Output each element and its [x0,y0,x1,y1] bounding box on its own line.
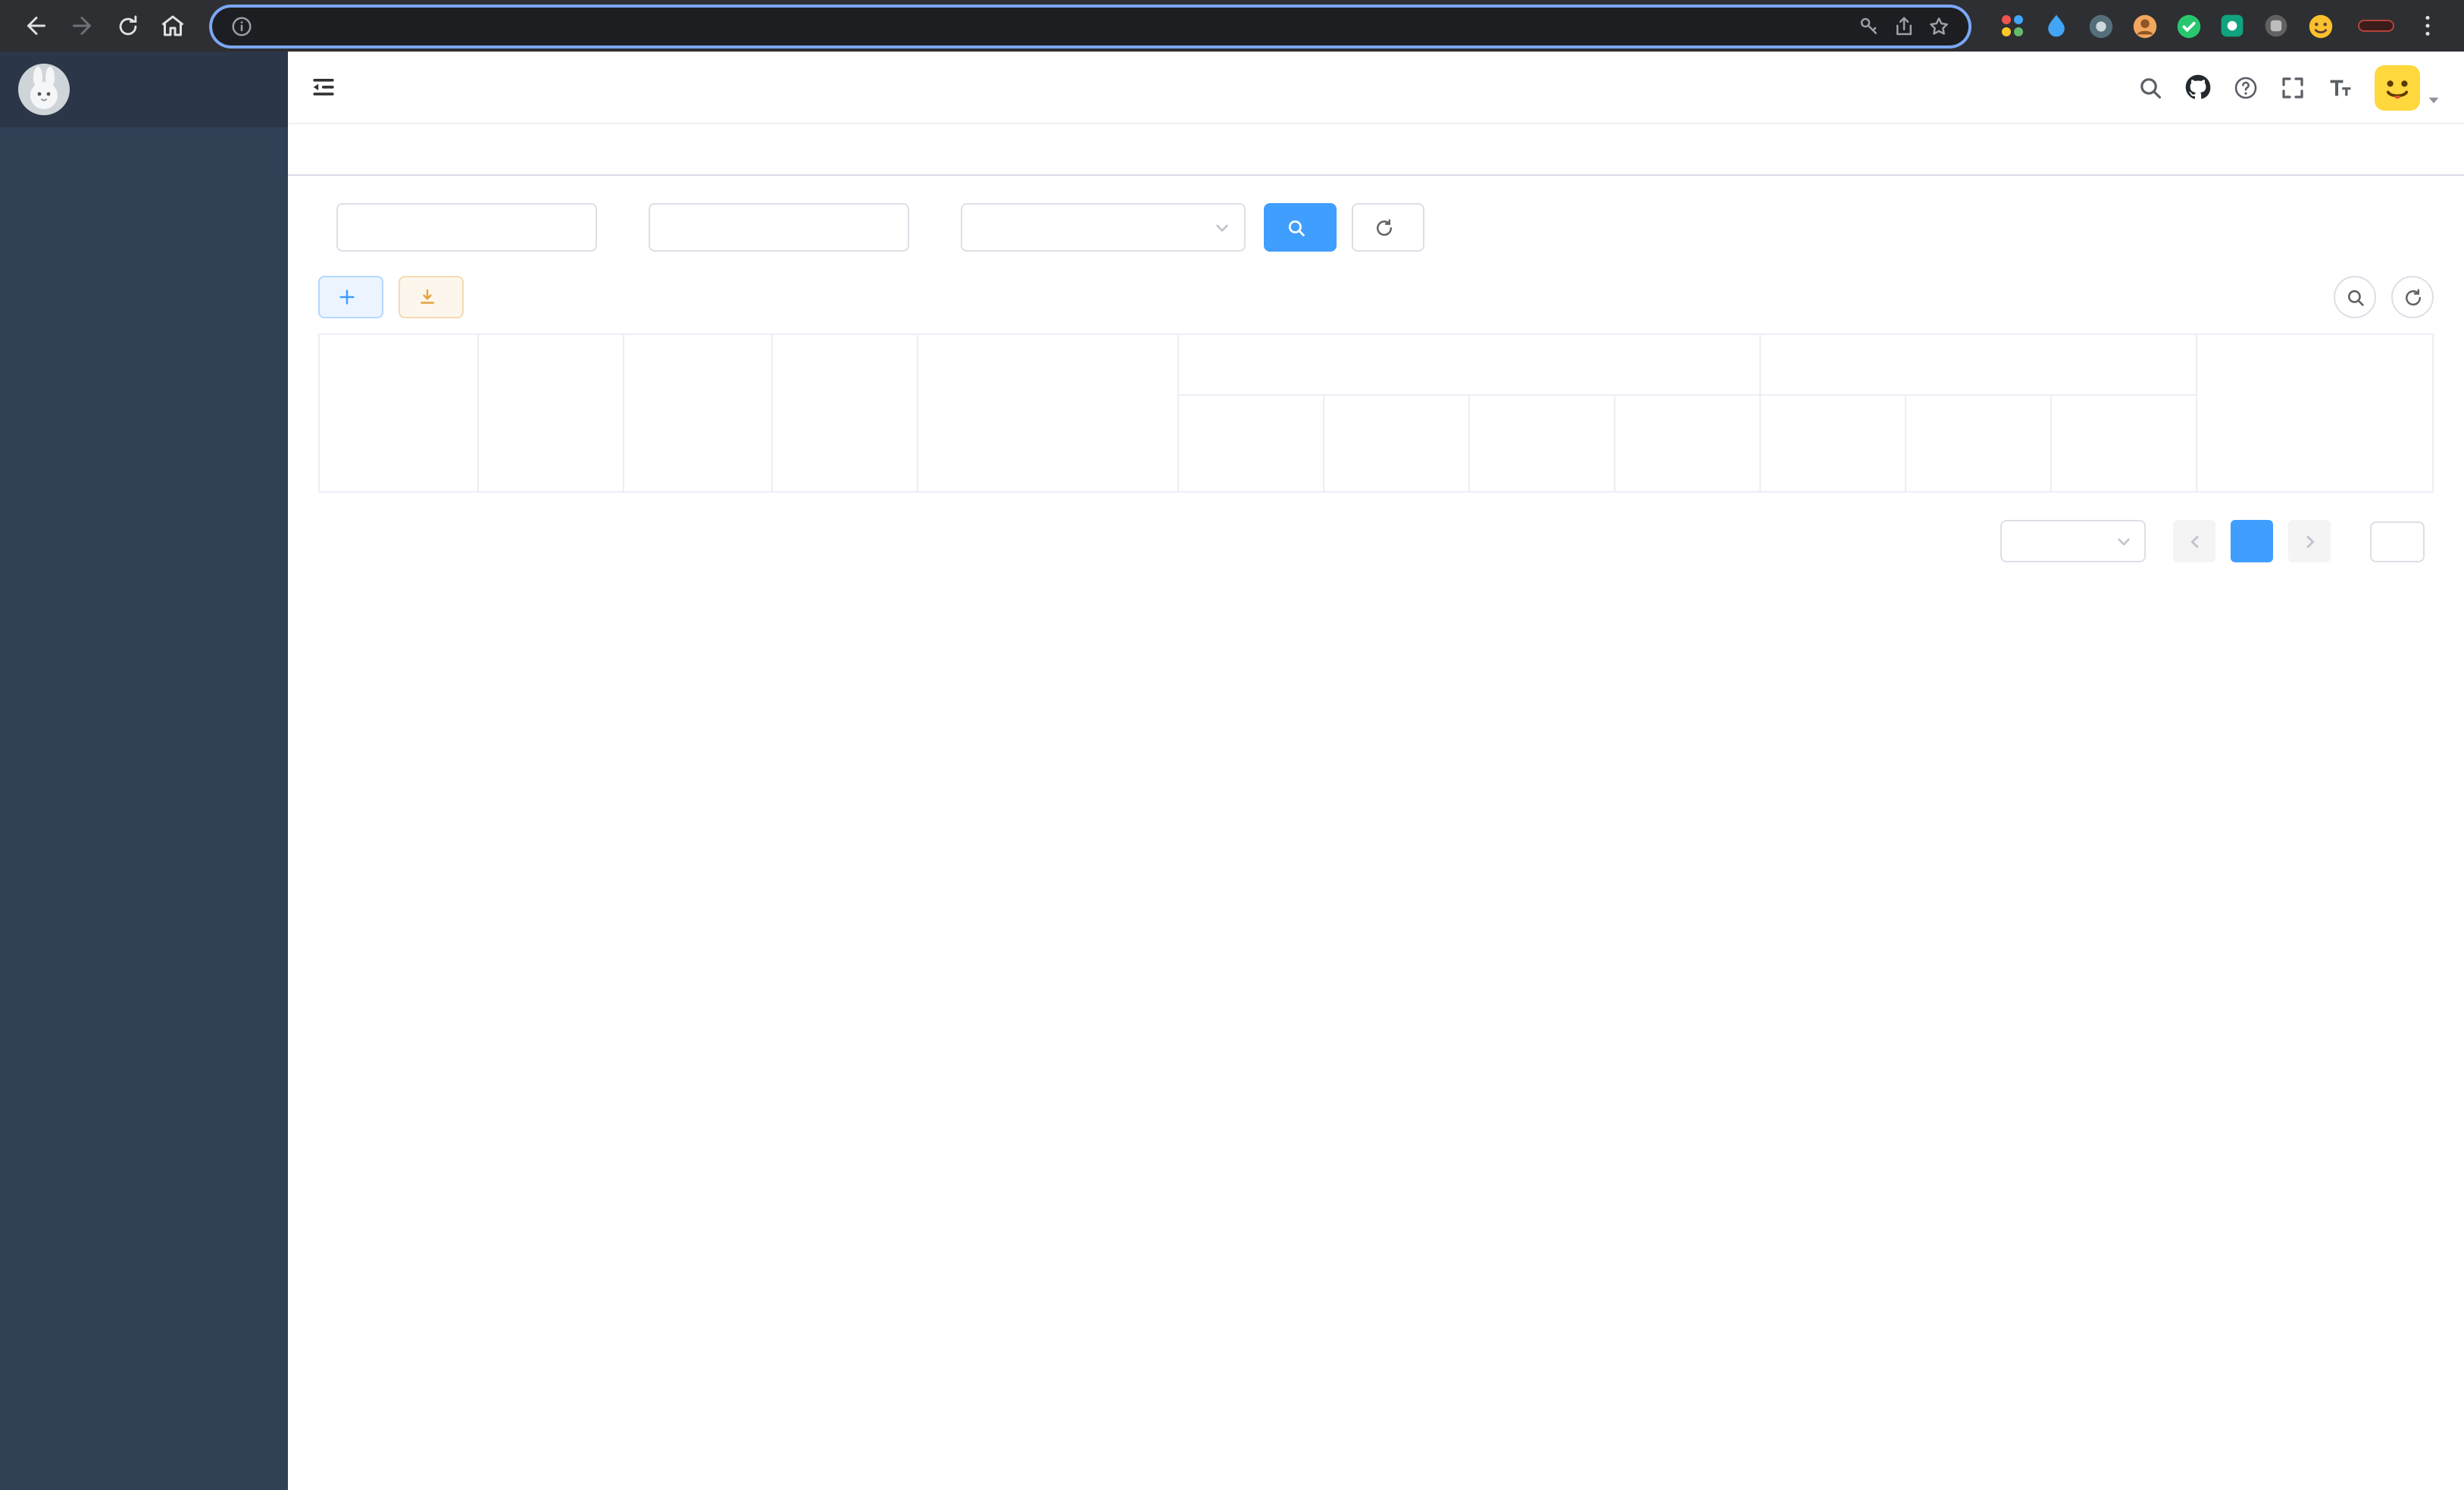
merchant-name-input[interactable] [649,203,909,252]
extensions-tray [1996,9,2337,42]
page-size-select[interactable] [2000,520,2146,562]
column-header-created [917,333,1179,493]
search-form [318,203,2434,252]
search-icon[interactable] [2138,75,2162,99]
page-number-button[interactable] [2231,520,2273,562]
export-button[interactable] [399,276,464,318]
chevron-down-icon [1214,219,1230,236]
browser-back-button[interactable] [15,5,58,47]
extension-puzzle-icon[interactable] [2259,9,2293,42]
browser-toolbar [0,0,2464,52]
github-icon[interactable] [2185,74,2211,100]
top-navbar [288,52,2464,124]
main-panel [288,52,2464,1490]
toggle-search-button[interactable] [2334,276,2376,318]
goto-group [2361,521,2434,562]
fullscreen-icon[interactable] [2281,75,2305,99]
page-content [288,176,2464,1490]
sidebar [0,52,288,1490]
column-header-alipay-qr [1614,394,1761,493]
browser-home-button[interactable] [152,5,194,47]
app-frame [0,52,2464,1490]
column-header-wechat-mini [1759,394,1906,493]
group-header-alipay [1177,333,1761,396]
table-tools [2334,276,2434,318]
extension-dark-circle-icon[interactable] [2084,9,2117,42]
navbar-actions [2138,64,2441,110]
app-name-input[interactable] [336,203,597,252]
column-header-status [623,333,773,493]
site-info-icon[interactable] [230,14,253,37]
column-header-wechat-app [2050,394,2198,493]
extension-green-square-icon[interactable] [2215,9,2249,42]
refresh-button[interactable] [2391,276,2434,318]
column-header-alipay-app [1177,394,1324,493]
goto-page-input[interactable] [2370,521,2425,562]
extension-smiley-icon[interactable] [2303,9,2337,42]
extension-grid-icon[interactable] [1996,9,2029,42]
browser-forward-button[interactable] [61,5,103,47]
browser-update-button[interactable] [2358,20,2394,32]
column-header-app-id [318,333,479,493]
prev-page-button[interactable] [2173,520,2215,562]
password-key-icon[interactable] [1858,14,1881,37]
search-button[interactable] [1264,203,1337,252]
bookmark-star-icon[interactable] [1928,14,1950,37]
extension-profile-icon[interactable] [2128,9,2161,42]
app-table [318,333,2434,493]
column-header-alipay-wap [1468,394,1615,493]
column-header-wechat-jsapi [1905,394,2052,493]
logo-avatar [18,64,70,115]
status-select[interactable] [961,203,1246,252]
browser-reload-button[interactable] [106,5,149,47]
user-avatar [2375,64,2420,110]
browser-window [0,0,2464,1490]
column-header-app-name [477,333,624,493]
table-toolbar [318,276,2434,318]
user-menu[interactable] [2375,64,2441,110]
sidebar-toggle-button[interactable] [311,74,336,100]
tags-view-bar [288,124,2464,176]
pagination [318,520,2434,562]
address-bar[interactable] [212,7,1968,45]
help-icon[interactable] [2234,75,2258,99]
column-header-merchant [771,333,918,493]
add-button[interactable] [318,276,383,318]
extension-check-icon[interactable] [2172,9,2205,42]
font-size-icon[interactable] [2328,75,2352,99]
extension-drop-icon[interactable] [2040,9,2073,42]
browser-menu-icon[interactable] [2406,5,2449,47]
chevron-down-icon [2426,92,2441,110]
sidebar-logo[interactable] [0,52,288,127]
next-page-button[interactable] [2288,520,2331,562]
column-header-alipay-pc [1323,394,1470,493]
reset-button[interactable] [1352,203,1424,252]
group-header-wechat [1759,333,2198,396]
chevron-down-icon [2115,533,2132,549]
share-icon[interactable] [1893,14,1915,37]
column-header-actions [2196,333,2434,493]
